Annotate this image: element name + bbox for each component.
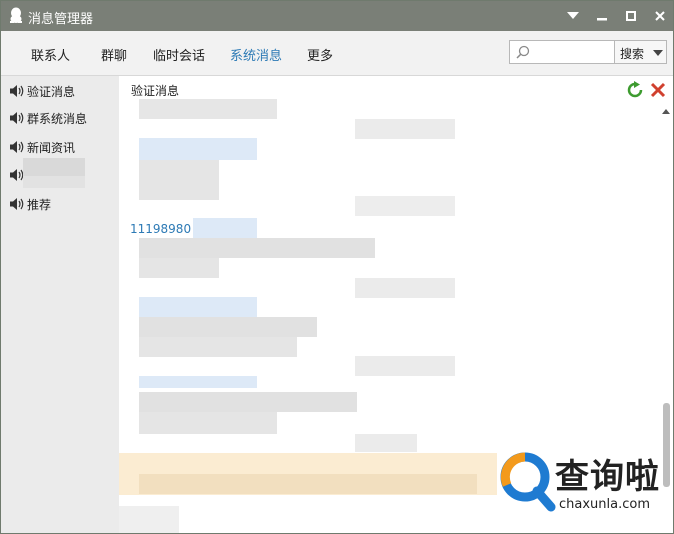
speaker-icon [10, 141, 24, 153]
pixelated-mask [355, 434, 417, 452]
refresh-icon[interactable] [626, 81, 644, 99]
tab-group-chat[interactable]: 群聊 [101, 45, 127, 64]
search-field[interactable] [509, 40, 615, 64]
pixelated-mask [355, 119, 455, 139]
minimize-button[interactable] [591, 5, 613, 27]
content-title: 验证消息 [131, 84, 180, 98]
pixelated-mask [139, 474, 477, 494]
sidebar-item-recommend[interactable]: 推荐 [7, 193, 117, 215]
title-bar[interactable]: 消息管理器 [1, 1, 673, 31]
pixelated-mask [355, 356, 455, 376]
tab-system-messages[interactable]: 系统消息 [230, 45, 282, 64]
message-manager-window: 消息管理器 联系人 群聊 临时会话 系统消息 更多 搜索 验证消息 群系统消息 … [0, 0, 674, 534]
sidebar-item-news[interactable]: 新闻资讯 [7, 136, 117, 158]
pixelated-mask [355, 196, 455, 216]
sidebar-item-label: 群系统消息 [27, 112, 88, 126]
magnifier-logo-icon [500, 452, 556, 512]
pixelated-mask [139, 337, 297, 357]
qq-penguin-icon [10, 7, 22, 23]
delete-icon[interactable] [649, 81, 667, 99]
pixelated-mask [139, 412, 277, 434]
watermark-logo: 查询啦 chaxunla.com [497, 447, 673, 523]
tab-contacts[interactable]: 联系人 [31, 45, 70, 64]
maximize-icon [626, 11, 636, 21]
sidebar-item-group-system[interactable]: 群系统消息 [7, 107, 117, 129]
pixelated-mask [23, 176, 85, 188]
nav-bar: 联系人 群聊 临时会话 系统消息 更多 搜索 [1, 31, 673, 76]
pixelated-mask [23, 158, 85, 176]
speaker-icon [10, 85, 24, 97]
maximize-button[interactable] [620, 5, 642, 27]
caret-down-icon [567, 12, 579, 19]
sidebar: 验证消息 群系统消息 新闻资讯 推荐 [1, 76, 120, 533]
pixelated-mask [355, 278, 455, 298]
menu-dropdown-button[interactable] [562, 5, 584, 27]
window-title: 消息管理器 [28, 12, 94, 27]
sidebar-item-verification[interactable]: 验证消息 [7, 80, 117, 102]
search-button-label: 搜索 [620, 47, 645, 61]
pixelated-mask [139, 138, 257, 160]
speaker-icon [10, 112, 24, 124]
scroll-up-arrow[interactable] [662, 109, 670, 114]
sidebar-item-label: 验证消息 [27, 85, 76, 99]
speaker-icon [10, 198, 24, 210]
pixelated-mask [139, 238, 375, 258]
contact-id: 11198980 [130, 222, 192, 236]
search-button[interactable]: 搜索 [615, 40, 667, 64]
minimize-icon [597, 18, 607, 21]
tab-more[interactable]: 更多 [307, 45, 333, 64]
pixelated-mask [139, 99, 277, 119]
tab-temp-session[interactable]: 临时会话 [153, 45, 205, 64]
watermark-name: 查询啦 [555, 457, 660, 497]
sidebar-item-obscured[interactable] [7, 158, 117, 188]
pixelated-mask [119, 506, 179, 533]
close-button[interactable] [649, 5, 671, 27]
pixelated-mask [139, 392, 357, 412]
pixelated-mask [139, 317, 317, 337]
pixelated-mask [139, 160, 219, 200]
sidebar-item-label: 新闻资讯 [27, 141, 76, 155]
pixelated-mask [193, 218, 257, 238]
search-dropdown-icon[interactable] [653, 50, 663, 56]
watermark-url: chaxunla.com [559, 497, 650, 512]
pixelated-mask [139, 376, 257, 388]
sidebar-item-label: 推荐 [27, 198, 52, 212]
pixelated-mask [139, 297, 257, 317]
pixelated-mask [139, 258, 219, 278]
close-icon [655, 11, 665, 21]
search-icon [516, 45, 530, 59]
search-input[interactable] [534, 43, 614, 63]
